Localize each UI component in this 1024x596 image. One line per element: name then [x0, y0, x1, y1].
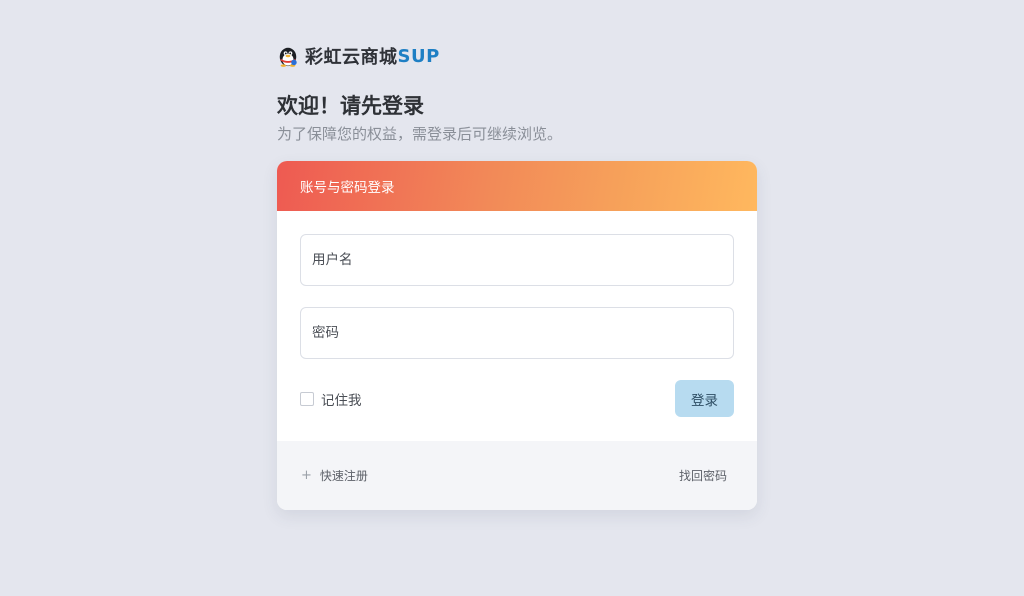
- page-title: 欢迎！请先登录: [277, 94, 424, 118]
- password-field[interactable]: [300, 307, 734, 359]
- action-row: 记住我 登录: [300, 380, 734, 417]
- brand-name: 彩虹云商城: [305, 47, 398, 68]
- username-input[interactable]: [312, 235, 733, 285]
- card-body: 记住我 登录: [277, 211, 757, 441]
- remember-checkbox[interactable]: [300, 391, 314, 406]
- page-subtitle: 为了保障您的权益，需登录后可继续浏览。: [277, 125, 563, 143]
- username-field[interactable]: [300, 234, 734, 286]
- login-page: 彩虹云商城 SUP 欢迎！请先登录 为了保障您的权益，需登录后可继续浏览。 账号与…: [277, 42, 757, 510]
- card-header: 账号与密码登录: [277, 161, 757, 211]
- brand-accent: SUP: [397, 45, 440, 67]
- password-input[interactable]: [312, 308, 733, 358]
- brand: 彩虹云商城 SUP: [277, 42, 757, 70]
- login-button[interactable]: 登录: [675, 380, 734, 417]
- plus-icon: +: [301, 468, 312, 483]
- register-link[interactable]: + 快速注册: [301, 467, 368, 484]
- card-footer: + 快速注册 找回密码: [277, 441, 757, 510]
- register-label: 快速注册: [319, 469, 368, 483]
- penguin-icon: [279, 47, 297, 67]
- login-card: 账号与密码登录 记住我 登录 + 快速注册 找回密码: [277, 161, 757, 510]
- card-header-title: 账号与密码登录: [300, 180, 395, 196]
- forgot-password-link[interactable]: 找回密码: [679, 467, 727, 484]
- remember-me[interactable]: 记住我: [300, 389, 362, 409]
- remember-label: 记住我: [321, 392, 362, 409]
